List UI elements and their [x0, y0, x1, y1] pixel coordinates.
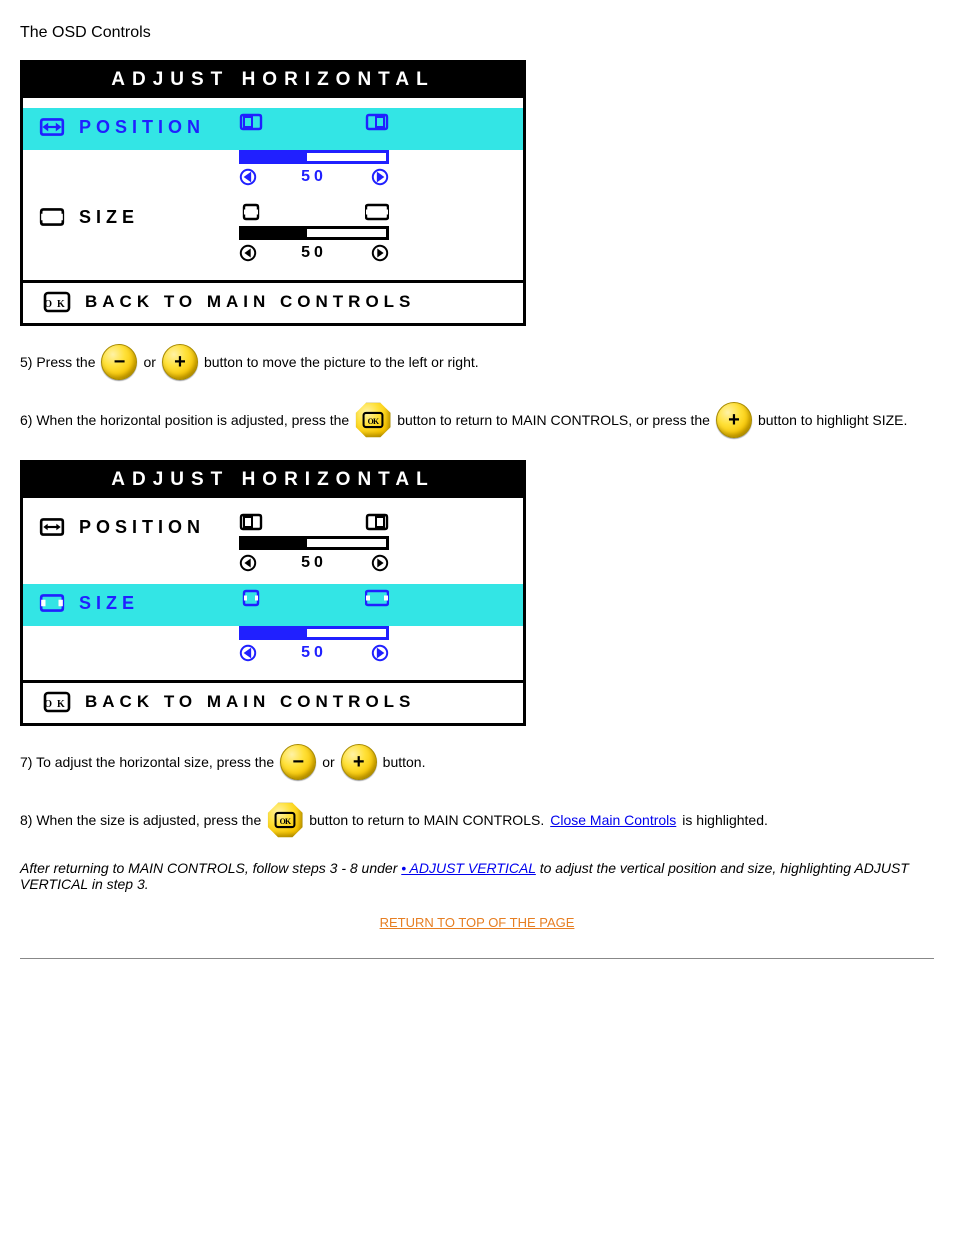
size-slider[interactable]	[239, 626, 389, 640]
decrement-position-icon[interactable]	[239, 554, 257, 572]
adjust-vertical-link[interactable]: • ADJUST VERTICAL	[401, 860, 536, 876]
position-slider[interactable]	[239, 150, 389, 164]
wide-icon	[365, 588, 389, 608]
increment-position-icon[interactable]	[371, 554, 389, 572]
osd-header: ADJUST HORIZONTAL	[23, 63, 523, 98]
position-icon	[39, 116, 65, 138]
ok-button[interactable]	[267, 802, 303, 838]
ok-icon	[43, 691, 71, 713]
decrement-size-icon[interactable]	[239, 644, 257, 662]
size-value: 50	[301, 644, 327, 662]
osd-footer[interactable]: BACK TO MAIN CONTROLS	[23, 280, 523, 323]
osd-row-size[interactable]: SIZE 50	[37, 198, 509, 274]
minus-button[interactable]: −	[101, 344, 137, 380]
page-title: The OSD Controls	[20, 24, 934, 42]
narrow-icon	[239, 588, 263, 608]
size-icon	[39, 592, 65, 614]
close-main-controls-link[interactable]: Close Main Controls	[550, 810, 676, 830]
osd-header: ADJUST HORIZONTAL	[23, 463, 523, 498]
position-slider[interactable]	[239, 536, 389, 550]
ok-button[interactable]	[355, 402, 391, 438]
step-5: 5) Press the − or + button to move the p…	[20, 344, 934, 380]
shift-right-icon	[365, 112, 389, 132]
decrement-size-icon[interactable]	[239, 244, 257, 262]
position-label: POSITION	[79, 117, 205, 138]
step-6: 6) When the horizontal position is adjus…	[20, 402, 934, 438]
shift-left-icon	[239, 512, 263, 532]
plus-button[interactable]: +	[716, 402, 752, 438]
ok-icon	[43, 291, 71, 313]
minus-button[interactable]: −	[280, 744, 316, 780]
osd-row-size[interactable]: SIZE	[23, 584, 523, 626]
osd-row-position[interactable]: POSITION 50	[37, 508, 509, 584]
osd-footer-label: BACK TO MAIN CONTROLS	[85, 292, 415, 312]
note: After returning to MAIN CONTROLS, follow…	[20, 860, 934, 892]
size-slider[interactable]	[239, 226, 389, 240]
decrement-position-icon[interactable]	[239, 168, 257, 186]
plus-button[interactable]: +	[162, 344, 198, 380]
position-value: 50	[301, 168, 327, 186]
shift-left-icon	[239, 112, 263, 132]
return-to-top-link[interactable]: RETURN TO TOP OF THE PAGE	[380, 915, 575, 930]
position-value: 50	[301, 554, 327, 572]
shift-right-icon	[365, 512, 389, 532]
osd-panel-size-active: ADJUST HORIZONTAL POSITION 50	[20, 460, 526, 726]
increment-size-icon[interactable]	[371, 644, 389, 662]
increment-position-icon[interactable]	[371, 168, 389, 186]
size-value: 50	[301, 244, 327, 262]
size-label: SIZE	[79, 593, 139, 614]
osd-row-position[interactable]: POSITION	[23, 108, 523, 150]
size-label: SIZE	[79, 207, 139, 228]
size-icon	[39, 206, 65, 228]
position-label: POSITION	[79, 517, 205, 538]
osd-footer-label: BACK TO MAIN CONTROLS	[85, 692, 415, 712]
osd-panel-position-active: ADJUST HORIZONTAL POSITION	[20, 60, 526, 326]
position-icon	[39, 516, 65, 538]
step-7: 7) To adjust the horizontal size, press …	[20, 744, 934, 780]
increment-size-icon[interactable]	[371, 244, 389, 262]
divider	[20, 958, 934, 959]
step-8: 8) When the size is adjusted, press the …	[20, 802, 934, 838]
narrow-icon	[239, 202, 263, 222]
wide-icon	[365, 202, 389, 222]
plus-button[interactable]: +	[341, 744, 377, 780]
osd-footer[interactable]: BACK TO MAIN CONTROLS	[23, 680, 523, 723]
